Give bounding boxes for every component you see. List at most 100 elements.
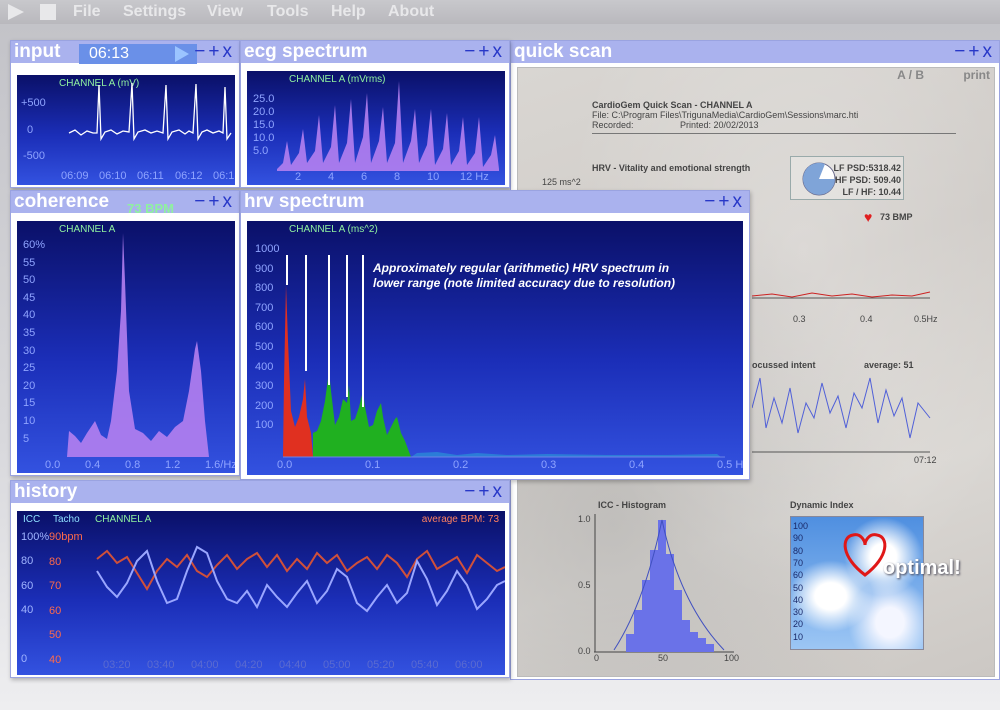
hrv-spectrum-window: hrv spectrum −+x CHANNEL A (ms^2) 1000 90… [240, 190, 750, 480]
close-button[interactable]: x [983, 41, 996, 62]
quickscan-titlebar[interactable]: quick scan −+x [511, 41, 999, 63]
minimize-button[interactable]: − [194, 41, 208, 62]
print-button[interactable]: print [963, 68, 990, 82]
menu-help[interactable]: Help [331, 3, 366, 21]
tick-label: 0.8 [125, 459, 141, 471]
ecg-spectrum-titlebar[interactable]: ecg spectrum −+x [241, 41, 509, 63]
tick-label: 04:40 [279, 659, 307, 671]
tick-label: 05:20 [367, 659, 395, 671]
hrv-spectrum-plot: CHANNEL A (ms^2) 1000 900 800 700 600 500 400 3… [247, 221, 743, 475]
tick-label: 06:00 [455, 659, 483, 671]
lf-psd: LF PSD:5318.42 [833, 163, 901, 173]
hist-y-tick: 0.0 [578, 646, 591, 656]
dynamic-index-panel: optimal! 100 90 80 70 60 50 40 30 20 10 [790, 516, 961, 650]
coherence-title: coherence [14, 191, 110, 212]
hrv-x-tick: 0.4 [860, 314, 873, 324]
menu-view[interactable]: View [207, 3, 243, 21]
close-button[interactable]: x [493, 481, 506, 502]
hist-x-tick: 0 [594, 653, 600, 663]
tick-label: 10 [427, 171, 440, 183]
dynamic-index-label: optimal! [883, 557, 961, 579]
maximize-button[interactable]: + [718, 191, 732, 212]
tick-label: 30 [793, 607, 804, 618]
ab-toggle[interactable]: A / B [897, 68, 924, 82]
maximize-button[interactable]: + [968, 41, 982, 62]
coherence-window: coherence 73 BPM −+x CHANNEL A 60% 55 50 45… [10, 190, 240, 476]
tick-label: 1.2 [165, 459, 181, 471]
tick-label: 06:11 [137, 170, 164, 182]
focus-time: 07:12 [914, 455, 937, 465]
report-recorded: Recorded: [592, 120, 634, 130]
input-title: input [14, 41, 61, 62]
tick-label: 10 [793, 631, 804, 642]
tick-label: 60 [793, 570, 804, 581]
hist-x-tick: 100 [724, 653, 740, 663]
close-button[interactable]: x [223, 191, 236, 212]
hrv-y-label: 125 ms^2 [542, 177, 581, 187]
minimize-button[interactable]: − [464, 41, 478, 62]
tick-label: 2 [295, 171, 302, 183]
hrv-x-tick: 0.3 [793, 314, 806, 324]
stop-icon[interactable] [40, 4, 56, 20]
tick-label: 0.1 [365, 459, 381, 471]
history-titlebar[interactable]: history −+x [11, 481, 509, 503]
dynamic-index-title: Dynamic Index [790, 500, 854, 510]
play-icon[interactable] [8, 4, 24, 20]
coherence-titlebar[interactable]: coherence 73 BPM −+x [11, 191, 239, 213]
divider [592, 133, 956, 134]
window-controls: −+x [704, 191, 745, 213]
tick-label: 20 [793, 619, 804, 630]
menu-about[interactable]: About [388, 3, 434, 21]
window-controls: −+x [464, 41, 505, 63]
menu-file[interactable]: File [73, 3, 101, 21]
tick-label: 05:00 [323, 659, 351, 671]
maximize-button[interactable]: + [208, 41, 222, 62]
minimize-button[interactable]: − [464, 481, 478, 502]
menu-tools[interactable]: Tools [267, 3, 308, 21]
tick-label: 80 [793, 545, 804, 556]
tick-label: 100 [793, 521, 809, 531]
hrv-spectrum-title: hrv spectrum [244, 191, 365, 212]
tick-label: 04:00 [191, 659, 219, 671]
time-value: 06:13 [89, 45, 130, 62]
close-button[interactable]: x [493, 41, 506, 62]
window-controls: −+x [194, 41, 235, 63]
tick-label: 12 Hz [460, 171, 489, 183]
coherence-plot: CHANNEL A 60% 55 50 45 40 35 30 25 20 15 10 5 0.0 0.… [17, 221, 235, 473]
tick-label: 06:10 [99, 170, 127, 182]
hist-y-tick: 1.0 [578, 514, 591, 524]
menu-settings[interactable]: Settings [123, 3, 186, 21]
minimize-button[interactable]: − [194, 191, 208, 212]
tick-label: 0.3 [541, 459, 557, 471]
ecg-trace [68, 82, 232, 142]
tick-label: 06:12 [175, 170, 203, 182]
ecg-input-plot: CHANNEL A (mV) +500 0 -500 06:09 06:10 06:… [17, 75, 235, 185]
coherence-overlay: 73 BPM [127, 203, 174, 213]
minimize-button[interactable]: − [704, 191, 718, 212]
ecg-spectrum-window: ecg spectrum −+x CHANNEL A (mVrms) 25.0 2… [240, 40, 510, 188]
hrv-spectrum-titlebar[interactable]: hrv spectrum −+x [241, 191, 749, 213]
hrv-mini-plot [752, 291, 931, 299]
tick-label: 6 [361, 171, 368, 183]
input-titlebar[interactable]: input 06:13 −+x [11, 41, 239, 64]
hrv-x-tick: 0.5Hz [914, 314, 938, 324]
menu-bar: File Settings View Tools Help About [0, 0, 1000, 24]
close-button[interactable]: x [223, 41, 236, 62]
hrv-spectrum-area [283, 255, 725, 458]
ecg-spectrum-title: ecg spectrum [244, 41, 368, 62]
maximize-button[interactable]: + [208, 191, 222, 212]
tick-label: 03:40 [147, 659, 175, 671]
report-file: File: C:\Program Files\TrigunaMedia\Card… [592, 110, 859, 120]
tick-label: 03:20 [103, 659, 131, 671]
minimize-button[interactable]: − [954, 41, 968, 62]
play-icon[interactable] [175, 46, 189, 62]
maximize-button[interactable]: + [478, 41, 492, 62]
ecg-spectrum-area [277, 81, 499, 171]
close-button[interactable]: x [733, 191, 746, 212]
maximize-button[interactable]: + [478, 481, 492, 502]
hist-x-tick: 50 [658, 653, 669, 663]
history-title: history [14, 481, 78, 502]
coherence-spectrum [67, 233, 209, 457]
time-display: 06:13 [79, 44, 197, 64]
tick-label: 4 [328, 171, 335, 183]
